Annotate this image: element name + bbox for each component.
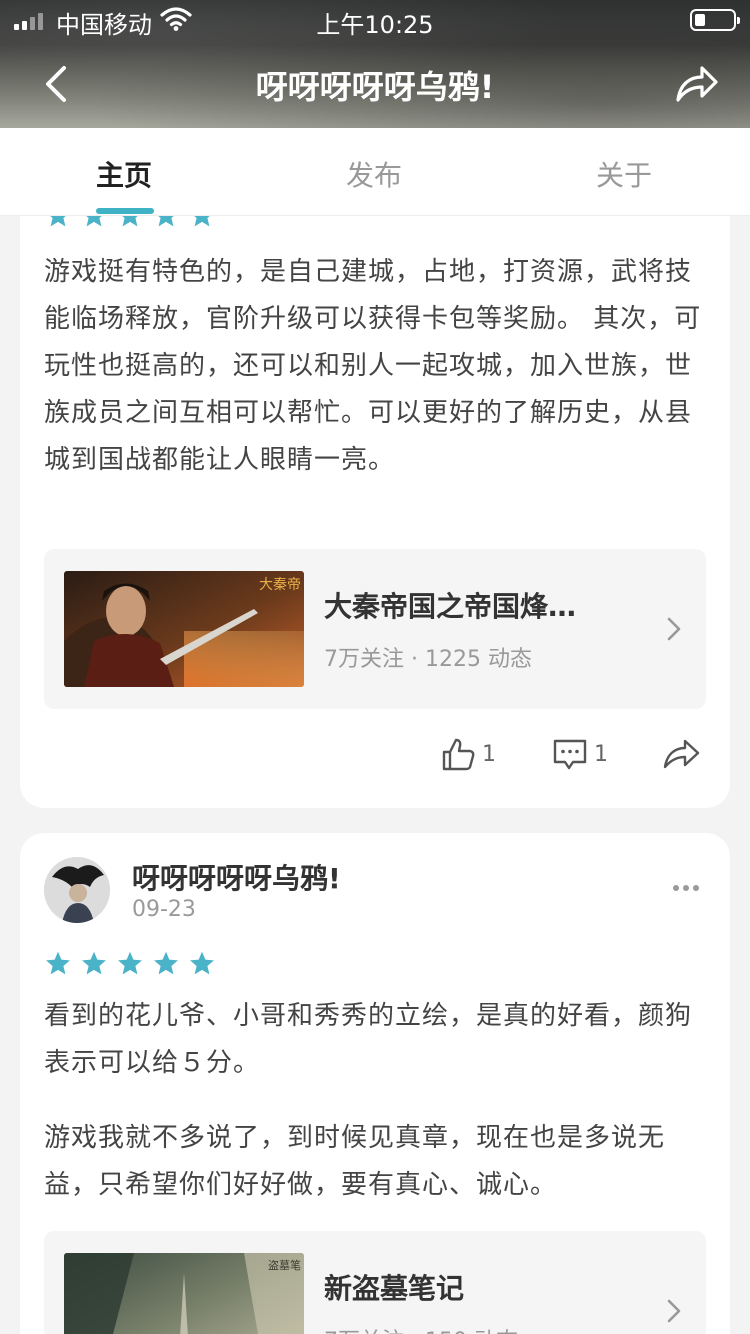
user-name[interactable]: 呀呀呀呀呀乌鸦!: [132, 857, 341, 897]
review-card: 游戏挺有特色的，是自己建城，占地，打资源，武将技能临场释放，官阶升级可以获得卡包…: [20, 160, 730, 808]
comment-icon: [553, 739, 587, 770]
header: 中国移动 上午10:25 呀呀呀呀呀乌鸦!: [0, 0, 750, 128]
chevron-right-icon: [667, 617, 681, 641]
star-icon: [154, 951, 178, 975]
post-actions: 1 1: [20, 736, 730, 784]
share-icon: [663, 739, 700, 769]
game-title: 大秦帝国之帝国烽…: [324, 590, 577, 623]
tab-bar: 主页 发布 关于: [0, 128, 750, 216]
star-icon: [118, 951, 142, 975]
post-share-button[interactable]: [662, 736, 702, 772]
star-icon: [190, 951, 214, 975]
tab-indicator: [96, 208, 154, 214]
review-card: 呀呀呀呀呀乌鸦! 09-23 看到的花儿爷、小哥和秀秀的立绘，是真的好看，颜狗表…: [20, 833, 730, 1334]
star-rating: [44, 950, 216, 977]
thumbs-up-icon: [442, 738, 475, 771]
game-thumbnail: 盗墓笔: [64, 1253, 304, 1334]
status-time: 上午10:25: [316, 11, 434, 39]
game-thumbnail: 大秦帝: [64, 571, 304, 687]
review-paragraph: 游戏我就不多说了，到时候见真章，现在也是多说无益，只希望你们好好做，要有真心、诚…: [44, 1123, 666, 1200]
more-options-icon[interactable]: [672, 883, 700, 893]
comment-button[interactable]: 1: [552, 736, 608, 772]
game-stats: 7万关注 · 1225 动态: [324, 647, 532, 672]
post-date: 09-23: [132, 897, 196, 922]
avatar[interactable]: [44, 857, 110, 923]
star-icon: [46, 951, 70, 975]
tab-home[interactable]: 主页: [96, 154, 152, 194]
review-text: 游戏挺有特色的，是自己建城，占地，打资源，武将技能临场释放，官阶升级可以获得卡包…: [44, 257, 702, 475]
status-bar: 中国移动 上午10:25: [0, 0, 750, 40]
tab-about[interactable]: 关于: [596, 154, 652, 194]
game-title: 新盗墓笔记: [324, 1272, 465, 1305]
chevron-right-icon: [667, 1299, 681, 1323]
page-title: 呀呀呀呀呀乌鸦!: [255, 68, 495, 106]
tab-posts[interactable]: 发布: [346, 154, 402, 194]
svg-text:大秦帝: 大秦帝: [259, 577, 301, 593]
review-paragraph: 看到的花儿爷、小哥和秀秀的立绘，是真的好看，颜狗表示可以给５分。: [44, 1001, 693, 1078]
svg-text:盗墓笔: 盗墓笔: [268, 1258, 301, 1272]
comment-count: 1: [594, 741, 608, 767]
like-button[interactable]: 1: [440, 736, 496, 772]
game-link-card[interactable]: 盗墓笔 新盗墓笔记 7万关注 · 150 动态: [44, 1231, 706, 1334]
like-count: 1: [482, 741, 496, 767]
share-button[interactable]: [672, 62, 720, 106]
game-link-card[interactable]: 大秦帝 大秦帝国之帝国烽… 7万关注 · 1225 动态: [44, 549, 706, 709]
game-stats: 7万关注 · 150 动态: [324, 1323, 518, 1334]
star-icon: [82, 951, 106, 975]
battery-icon: [690, 9, 740, 31]
